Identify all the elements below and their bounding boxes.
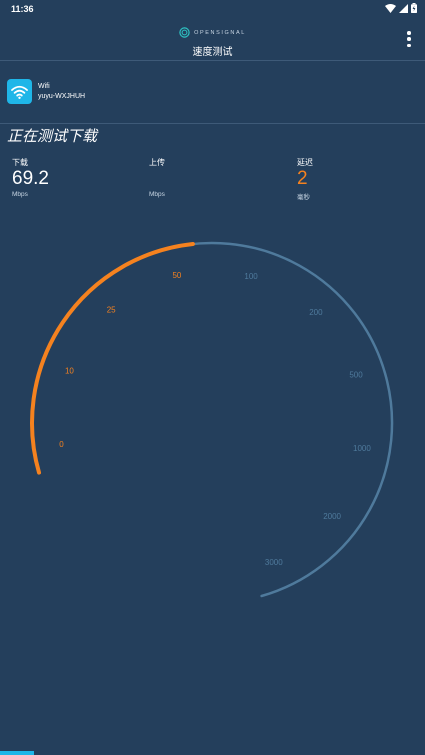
gauge-tick-label: 50: [172, 271, 181, 280]
gauge-tick-label: 100: [244, 272, 258, 281]
gauge-tick-label: 200: [309, 308, 323, 317]
gauge-tick-label: 1000: [353, 444, 371, 453]
gauge-tick-label: 2000: [323, 512, 341, 521]
gauge-tick-label: 500: [349, 370, 363, 379]
gauge-tick-label: 10: [65, 367, 74, 376]
speed-gauge: 0 10 25 50 100 200 500 1000 2000 3000: [30, 241, 394, 598]
gauge-tick-label: 3000: [265, 558, 283, 567]
gauge-tick-label: 0: [59, 440, 64, 449]
gauge-tick-label: 25: [107, 305, 116, 314]
gauge-tick-labels: 0 10 25 50 100 200 500 1000 2000 3000: [59, 271, 371, 567]
bottom-tab-indicator: [0, 751, 34, 755]
gauge-progress-arc: [30, 242, 195, 475]
